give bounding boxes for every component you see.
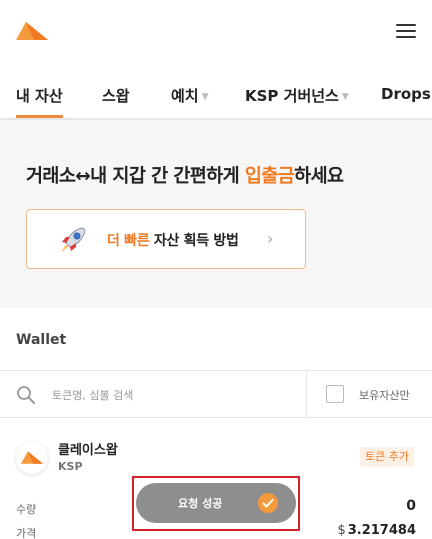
owned-only-label: 보유자산만 xyxy=(359,389,410,402)
chevron-down-icon: ▼ xyxy=(201,92,209,102)
tab-swap[interactable]: 스왑 xyxy=(102,85,130,118)
wallet-search-bar: 보유자산만 xyxy=(0,370,432,418)
success-toast: 요청 성공 xyxy=(136,483,296,523)
check-icon xyxy=(258,493,278,513)
banner-title: 거래소↔내 지갑 간 간편하게 입출금하세요 xyxy=(26,166,344,187)
promo-label: 더 빠른 자산 획득 방법 xyxy=(107,233,239,249)
search-icon xyxy=(17,386,35,404)
fast-assets-promo-button[interactable]: 더 빠른 자산 획득 방법 › xyxy=(26,209,306,269)
tab-my-assets[interactable]: 내 자산 xyxy=(16,85,63,118)
price-label: 가격 xyxy=(16,527,37,539)
add-token-button[interactable]: 토큰 추가 xyxy=(360,447,414,467)
chevron-right-icon: › xyxy=(267,229,274,248)
klayswap-token-icon xyxy=(16,442,48,474)
token-search-input[interactable] xyxy=(52,383,292,407)
wallet-section-title: Wallet xyxy=(16,332,67,348)
chevron-down-icon: ▼ xyxy=(341,92,349,102)
price-value: $3.217484 xyxy=(337,523,416,538)
deposit-banner: 거래소↔내 지갑 간 간편하게 입출금하세요 더 빠른 자산 획득 방법 › xyxy=(0,120,432,308)
token-symbol: KSP xyxy=(58,460,83,473)
tab-ksp-governance[interactable]: KSP 거버넌스 ▼ xyxy=(245,85,349,118)
token-name: 클레이스왑 xyxy=(58,443,118,458)
owned-only-checkbox[interactable] xyxy=(326,385,344,403)
tab-drops[interactable]: Drops xyxy=(381,85,431,118)
tab-deposit[interactable]: 예치 ▼ xyxy=(171,85,209,118)
divider xyxy=(306,371,307,418)
toast-message: 요청 성공 xyxy=(178,497,223,510)
hamburger-menu-icon[interactable] xyxy=(396,24,416,40)
app-header xyxy=(0,0,432,68)
exchange-logo[interactable] xyxy=(16,22,48,40)
quantity-value: 0 xyxy=(406,498,416,514)
main-tabs: 내 자산 스왑 예치 ▼ KSP 거버넌스 ▼ Drops xyxy=(0,68,432,120)
quantity-label: 수량 xyxy=(16,503,37,516)
rocket-icon xyxy=(61,227,86,252)
